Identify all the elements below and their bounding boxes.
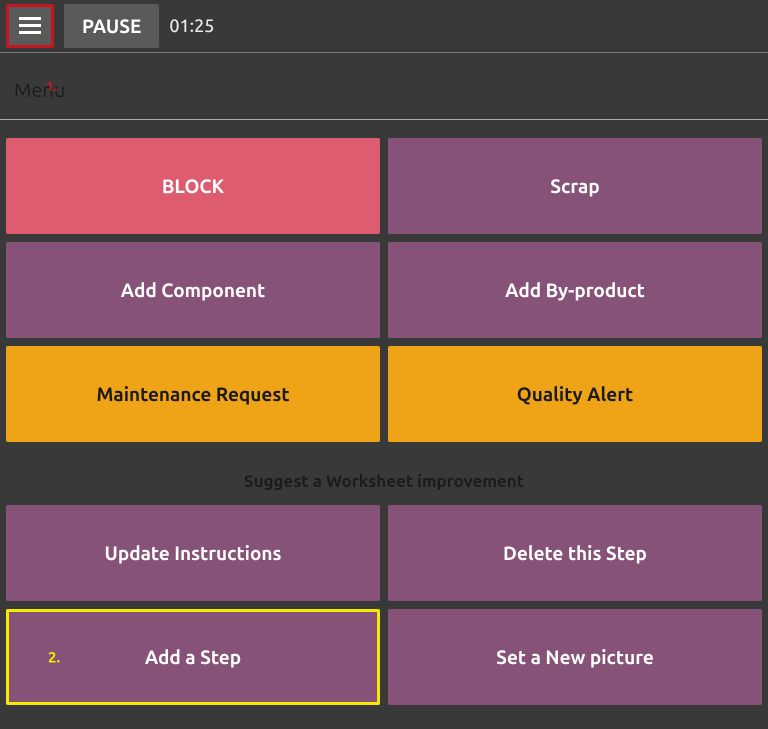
set-picture-label: Set a New picture <box>496 646 654 668</box>
maintenance-request-label: Maintenance Request <box>96 383 289 405</box>
action-grid: BLOCK Scrap Add Component Add By-product… <box>0 120 768 705</box>
quality-alert-label: Quality Alert <box>517 383 633 405</box>
pause-label: PAUSE <box>82 15 141 37</box>
scrap-label: Scrap <box>550 175 599 197</box>
top-bar: PAUSE 01:25 <box>0 0 768 52</box>
set-picture-button[interactable]: Set a New picture <box>388 609 762 705</box>
block-label: BLOCK <box>162 175 224 197</box>
add-component-button[interactable]: Add Component <box>6 242 380 338</box>
add-byproduct-button[interactable]: Add By-product <box>388 242 762 338</box>
add-component-label: Add Component <box>121 279 265 301</box>
pause-button[interactable]: PAUSE <box>64 4 159 48</box>
menu-header: Menu <box>0 52 768 120</box>
update-instructions-label: Update Instructions <box>105 542 282 564</box>
delete-step-button[interactable]: Delete this Step <box>388 505 762 601</box>
hamburger-menu-button[interactable] <box>6 4 54 48</box>
scrap-button[interactable]: Scrap <box>388 138 762 234</box>
add-step-button[interactable]: 2. Add a Step <box>6 609 380 705</box>
annotation-1: 1. <box>46 78 57 94</box>
menu-title: Menu <box>14 78 65 111</box>
timer-display: 01:25 <box>169 16 214 36</box>
add-byproduct-label: Add By-product <box>505 279 645 301</box>
annotation-2: 2. <box>48 649 60 666</box>
add-step-label: Add a Step <box>145 646 241 668</box>
maintenance-request-button[interactable]: Maintenance Request <box>6 346 380 442</box>
delete-step-label: Delete this Step <box>503 542 647 564</box>
quality-alert-button[interactable]: Quality Alert <box>388 346 762 442</box>
update-instructions-button[interactable]: Update Instructions <box>6 505 380 601</box>
hamburger-icon <box>19 17 41 35</box>
worksheet-section-label: Suggest a Worksheet improvement <box>6 450 762 497</box>
block-button[interactable]: BLOCK <box>6 138 380 234</box>
